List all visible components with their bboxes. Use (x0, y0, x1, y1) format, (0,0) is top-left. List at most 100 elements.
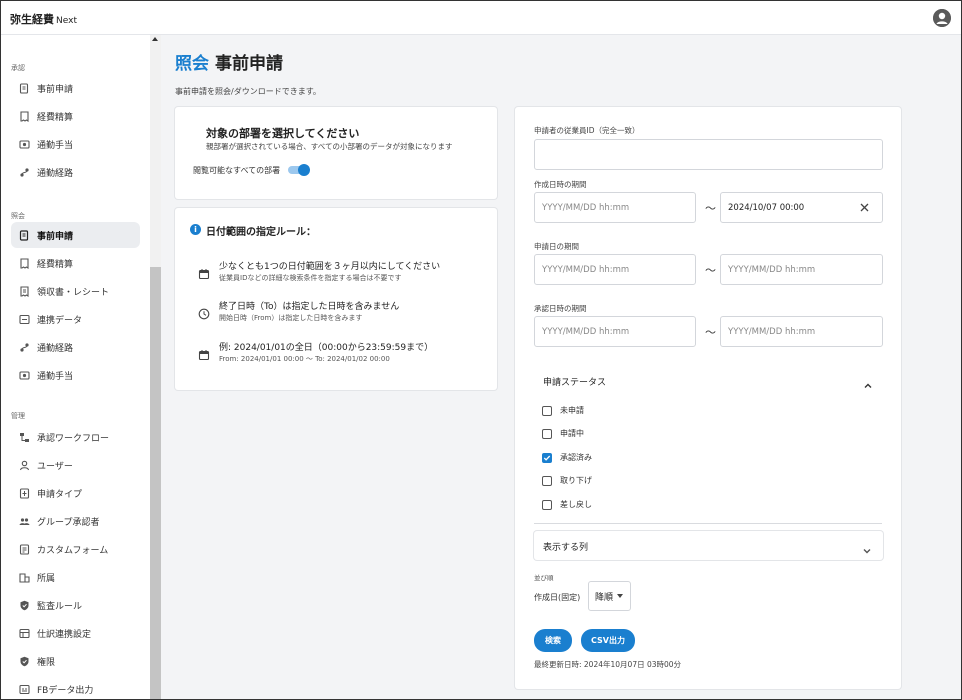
sidebar-item-approval-route[interactable]: 通勤経路 (11, 159, 140, 185)
applied-from-input[interactable]: YYYY/MM/DD hh:mm (534, 254, 696, 285)
sidebar-item-label: 監査ルール (37, 601, 83, 612)
chevron-up-icon[interactable] (863, 376, 873, 388)
sidebar-item-request-type[interactable]: 申請タイプ (11, 480, 140, 506)
approved-period-label: 承認日時の期間 (534, 304, 587, 313)
breadcrumb[interactable]: 照会 (175, 54, 209, 74)
page-title-text: 事前申請 (215, 54, 283, 74)
sidebar-item-inquiry-pre-request[interactable]: 事前申請 (11, 222, 140, 248)
sidebar-item-label: 通勤手当 (37, 371, 74, 382)
receipt-icon (19, 257, 30, 269)
rule-main: 例: 2024/01/01の全日（00:00から23:59:59まで） (219, 343, 434, 353)
document-icon (19, 229, 30, 241)
route-icon (19, 342, 30, 353)
sidebar-item-inquiry-route[interactable]: 通勤経路 (11, 334, 140, 360)
checkbox-returned[interactable] (542, 499, 552, 510)
status-checkbox-row[interactable]: 未申請 (542, 405, 584, 416)
search-button[interactable]: 検索 (534, 629, 572, 652)
status-label: 差し戻し (560, 500, 592, 509)
created-to-input[interactable]: 2024/10/07 00:00 (720, 192, 883, 223)
scroll-up-arrow-icon[interactable] (152, 37, 158, 41)
sidebar-item-journal-link[interactable]: 仕訳連携設定 (11, 620, 140, 646)
sort-field-label: 作成日(固定) (534, 593, 581, 602)
fb-export-icon (19, 684, 30, 695)
sidebar-item-label: 経費精算 (37, 112, 74, 123)
applied-period-label: 申請日の期間 (534, 242, 579, 251)
receipt-icon (19, 110, 30, 122)
status-checkbox-row[interactable]: 承認済み (542, 452, 592, 463)
info-icon: i (190, 224, 201, 235)
sidebar-item-label: 申請タイプ (37, 489, 83, 500)
sidebar-scrollbar-thumb[interactable] (150, 267, 161, 699)
status-label: 申請中 (560, 429, 584, 438)
sidebar-item-group-approver[interactable]: グループ承認者 (11, 508, 140, 534)
caret-down-icon (617, 594, 624, 598)
sidebar-item-label: 通勤手当 (37, 140, 74, 151)
clear-icon[interactable] (859, 202, 870, 213)
sort-order-select[interactable]: 降順 (588, 581, 631, 611)
sidebar-item-approval-pre-request[interactable]: 事前申請 (11, 75, 140, 101)
sidebar-item-approval-commute-allowance[interactable]: 通勤手当 (11, 131, 140, 157)
sort-order-value: 降順 (595, 592, 614, 603)
sidebar-item-permissions[interactable]: 権限 (11, 648, 140, 674)
user-icon (19, 460, 30, 471)
document-icon (19, 82, 30, 94)
sidebar-item-label: 事前申請 (37, 231, 74, 242)
status-checkbox-row[interactable]: 申請中 (542, 428, 584, 439)
sidebar-item-label: 権限 (37, 657, 56, 668)
applied-to-input[interactable]: YYYY/MM/DD hh:mm (720, 254, 883, 285)
sidebar-item-label: 承認ワークフロー (37, 433, 110, 444)
toggle-knob (298, 164, 310, 176)
calendar-icon (198, 265, 210, 280)
range-separator: 〜 (705, 202, 716, 215)
chevron-down-icon[interactable] (862, 541, 872, 554)
status-section-header[interactable]: 申請ステータス (543, 375, 606, 388)
sidebar-item-label: カスタムフォーム (37, 545, 109, 556)
sidebar-item-label: グループ承認者 (37, 517, 100, 528)
app-logo[interactable]: 弥生経費 Next (10, 11, 77, 27)
main-content: 照会 事前申請 事前申請を照会/ダウンロードできます。 対象の部署を選択してくださ… (161, 35, 961, 699)
sidebar-item-workflow[interactable]: 承認ワークフロー (11, 424, 140, 450)
calendar-icon (198, 346, 210, 361)
sidebar-item-approval-expense[interactable]: 経費精算 (11, 103, 140, 129)
rule-sub: From: 2024/01/01 00:00 〜 To: 2024/01/02 … (219, 355, 390, 363)
rule-main: 少なくとも1つの日付範囲を３ヶ月以内にしてください (219, 262, 441, 272)
display-columns-accordion[interactable]: 表示する列 (534, 531, 883, 560)
sidebar-item-label: 仕訳連携設定 (37, 629, 92, 640)
sidebar-item-affiliation[interactable]: 所属 (11, 564, 140, 590)
status-checkbox-row[interactable]: 差し戻し (542, 499, 592, 510)
custom-form-icon (19, 543, 30, 555)
sidebar-item-inquiry-receipts[interactable]: 領収書・レシート (11, 278, 140, 304)
rule-sub: 開始日時（From）は指定した日時を含みます (219, 314, 363, 322)
sidebar: 承認 事前申請 経費精算 通勤手当 通勤経路 照会 事前申請 経費精算 領収書・… (1, 35, 161, 699)
sidebar-section-inquiry: 照会 (11, 212, 25, 220)
created-to-value: 2024/10/07 00:00 (728, 202, 805, 213)
approved-from-input[interactable]: YYYY/MM/DD hh:mm (534, 316, 696, 347)
status-checkbox-row[interactable]: 取り下げ (542, 475, 592, 486)
checkbox-approved[interactable] (542, 452, 552, 463)
form-type-icon (19, 487, 30, 499)
sidebar-item-label: 経費精算 (37, 259, 74, 270)
status-label: 未申請 (560, 406, 584, 415)
sidebar-item-inquiry-commute-allowance[interactable]: 通勤手当 (11, 362, 140, 388)
approved-to-input[interactable]: YYYY/MM/DD hh:mm (720, 316, 883, 347)
checkbox-withdrawn[interactable] (542, 475, 552, 486)
rule-main: 終了日時（To）は指定した日時を含みません (219, 302, 400, 312)
checkbox-unsubmitted[interactable] (542, 405, 552, 416)
created-from-input[interactable]: YYYY/MM/DD hh:mm (534, 192, 696, 223)
last-updated-text: 最終更新日時: 2024年10月07日 03時00分 (534, 660, 682, 669)
employee-id-input[interactable] (534, 139, 883, 170)
sidebar-item-audit-rule[interactable]: 監査ルール (11, 592, 140, 618)
link-data-icon (19, 314, 30, 325)
sidebar-item-inquiry-link-data[interactable]: 連携データ (11, 306, 140, 332)
sidebar-item-inquiry-expense[interactable]: 経費精算 (11, 250, 140, 276)
user-avatar-icon[interactable] (933, 9, 951, 27)
all-departments-toggle[interactable] (288, 164, 310, 176)
sidebar-item-users[interactable]: ユーザー (11, 452, 140, 478)
display-columns-label: 表示する列 (543, 543, 589, 553)
csv-export-button[interactable]: CSV出力 (581, 629, 635, 652)
sidebar-item-fb-export[interactable]: FBデータ出力 (11, 676, 140, 699)
checkbox-pending[interactable] (542, 428, 552, 439)
sidebar-item-custom-form[interactable]: カスタムフォーム (11, 536, 140, 562)
sidebar-item-label: 事前申請 (37, 84, 74, 95)
app-logo-suffix: Next (56, 16, 77, 26)
